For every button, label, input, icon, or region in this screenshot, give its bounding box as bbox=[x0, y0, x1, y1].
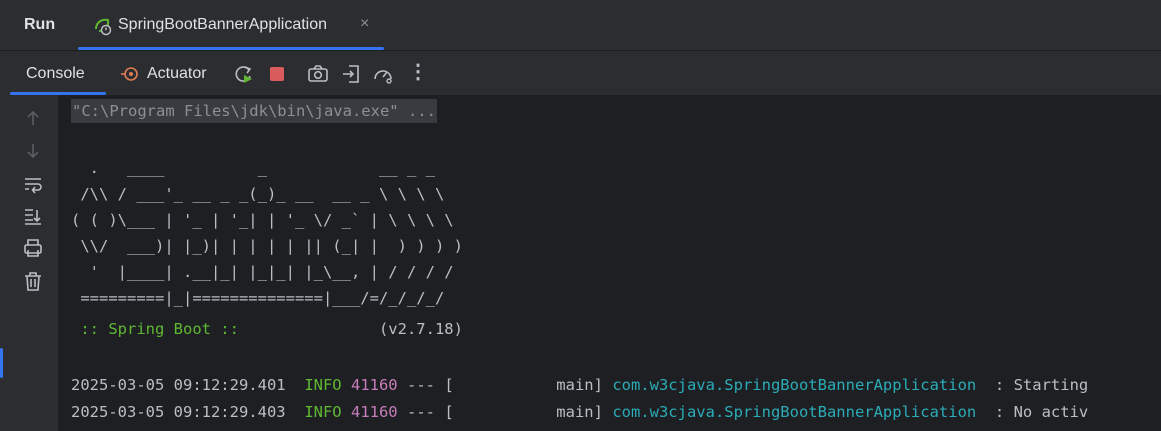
soft-wrap-icon[interactable] bbox=[22, 173, 44, 195]
tab-selected-indicator bbox=[78, 47, 384, 50]
exit-icon[interactable] bbox=[340, 63, 362, 85]
banner-line: =========|_|==============|___/=/_/_/_/ bbox=[71, 289, 445, 307]
log-line: 2025-03-05 09:12:29.403 INFO 41160 --- [… bbox=[71, 399, 1088, 425]
arrow-up-icon[interactable] bbox=[22, 107, 44, 129]
banner-line: ( ( )\___ | '_ | '_| | '_ \/ _` | \ \ \ … bbox=[71, 211, 454, 229]
log-level: INFO bbox=[304, 403, 342, 421]
banner-line: ' |____| .__|_| |_|_| |_\__, | / / / / bbox=[71, 263, 454, 281]
log-level: INFO bbox=[304, 376, 342, 394]
scroll-end-icon[interactable] bbox=[22, 205, 44, 227]
console-output[interactable]: "C:\Program Files\jdk\bin\java.exe" ... … bbox=[58, 95, 1161, 431]
spring-boot-label: :: Spring Boot :: bbox=[71, 320, 249, 338]
log-thread: main] bbox=[453, 403, 603, 421]
console-tab-label: Console bbox=[26, 65, 85, 82]
stop-icon[interactable] bbox=[266, 63, 288, 85]
spring-boot-run-icon bbox=[95, 18, 112, 36]
actuator-tab-label: Actuator bbox=[147, 65, 207, 82]
log-pid: 41160 bbox=[350, 403, 398, 421]
actuator-icon bbox=[121, 67, 138, 81]
log-separator: --- [ bbox=[397, 403, 454, 421]
close-icon[interactable]: × bbox=[360, 15, 369, 33]
print-icon[interactable] bbox=[22, 237, 44, 259]
banner-line: /\\ / ___'_ __ _ _(_)_ __ __ _ \ \ \ \ bbox=[71, 185, 445, 203]
arrow-down-icon[interactable] bbox=[22, 140, 44, 162]
console-toolbar: Console Actuator ⋮ bbox=[0, 51, 1161, 95]
spring-boot-version-line: :: Spring Boot :: (v2.7.18) bbox=[71, 316, 463, 342]
log-timestamp: 2025-03-05 09:12:29.401 bbox=[71, 376, 286, 394]
spring-banner: . ____ _ __ _ _ /\\ / ___'_ __ _ _(_)_ _… bbox=[71, 155, 463, 311]
tab-spring-boot-banner-application[interactable]: SpringBootBannerApplication × bbox=[78, 0, 384, 50]
launch-command[interactable]: "C:\Program Files\jdk\bin\java.exe" ... bbox=[71, 99, 437, 123]
dashboard-icon[interactable] bbox=[372, 63, 394, 85]
log-separator: --- [ bbox=[397, 376, 454, 394]
log-message: : No activ bbox=[976, 403, 1089, 421]
console-gutter bbox=[0, 95, 58, 431]
camera-icon[interactable] bbox=[307, 63, 329, 85]
banner-line: . ____ _ __ _ _ bbox=[71, 159, 435, 177]
log-pid: 41160 bbox=[350, 376, 398, 394]
log-line: 2025-03-05 09:12:29.401 INFO 41160 --- [… bbox=[71, 372, 1088, 398]
log-logger-link[interactable]: com.w3cjava.SpringBootBannerApplication bbox=[612, 376, 976, 394]
run-panel-title: Run bbox=[24, 16, 56, 33]
banner-line: \\/ ___)| |_)| | | | | || (_| | ) ) ) ) bbox=[71, 237, 463, 255]
active-line-marker bbox=[0, 348, 3, 378]
log-thread: main] bbox=[453, 376, 603, 394]
spring-boot-version: (v2.7.18) bbox=[248, 320, 463, 338]
log-logger-link[interactable]: com.w3cjava.SpringBootBannerApplication bbox=[612, 403, 976, 421]
more-icon[interactable]: ⋮ bbox=[407, 61, 429, 83]
log-timestamp: 2025-03-05 09:12:29.403 bbox=[71, 403, 286, 421]
rerun-icon[interactable] bbox=[233, 63, 255, 85]
trash-icon[interactable] bbox=[22, 270, 44, 292]
tab-label: SpringBootBannerApplication bbox=[118, 16, 328, 33]
tab-console[interactable]: Console bbox=[10, 51, 106, 95]
log-message: : Starting bbox=[976, 376, 1089, 394]
run-tool-window-header: Run SpringBootBannerApplication × bbox=[0, 0, 1161, 51]
